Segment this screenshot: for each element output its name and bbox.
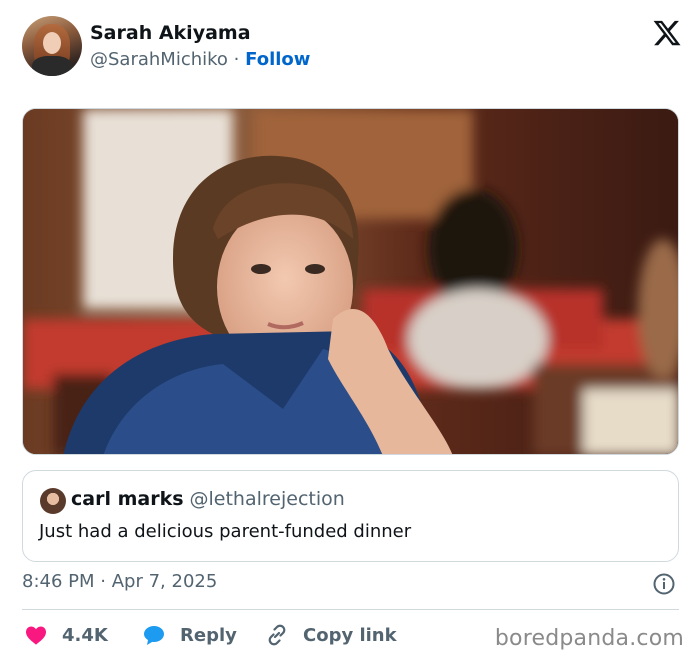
link-icon [268,624,286,646]
tweet-actions: 4.4K Reply Copy link [22,620,492,650]
divider [22,609,679,610]
author-avatar[interactable] [22,16,82,76]
reply-label: Reply [180,624,237,646]
photo-image [23,109,678,454]
copy-link-label: Copy link [303,624,397,646]
quoted-tweet[interactable]: carl marks @lethalrejection Just had a de… [22,470,679,562]
info-icon[interactable] [652,572,676,596]
author-name[interactable]: Sarah Akiyama [90,22,251,44]
like-count: 4.4K [62,624,108,646]
reply-bubble-icon [144,626,164,645]
timestamp-time: 8:46 PM [22,571,95,592]
watermark: boredpanda.com [494,626,684,651]
reply-button[interactable]: Reply [142,620,237,650]
quoted-avatar[interactable] [40,488,66,514]
author-handle[interactable]: @SarahMichiko [90,49,228,70]
timestamp-separator: · [100,571,106,592]
copy-link-button[interactable]: Copy link [265,620,397,650]
heart-icon [26,626,46,645]
quoted-author-handle[interactable]: @lethalrejection [190,488,345,510]
tweet-header: Sarah Akiyama @SarahMichiko · Follow [22,16,682,78]
tweet-timestamp[interactable]: 8:46 PM · Apr 7, 2025 [22,571,217,592]
like-button[interactable]: 4.4K [24,620,108,650]
quoted-text: Just had a delicious parent-funded dinne… [39,521,412,542]
tweet-photo[interactable] [22,108,679,455]
timestamp-date: Apr 7, 2025 [111,571,218,592]
tweet-card: Sarah Akiyama @SarahMichiko · Follow car… [0,0,700,663]
x-logo-icon[interactable] [652,18,682,48]
separator-dot: · [233,49,240,70]
quoted-author-name[interactable]: carl marks [71,488,184,510]
quoted-author-line: carl marks @lethalrejection [71,488,345,510]
follow-button[interactable]: Follow [245,49,310,70]
author-handle-line: @SarahMichiko · Follow [90,49,310,70]
